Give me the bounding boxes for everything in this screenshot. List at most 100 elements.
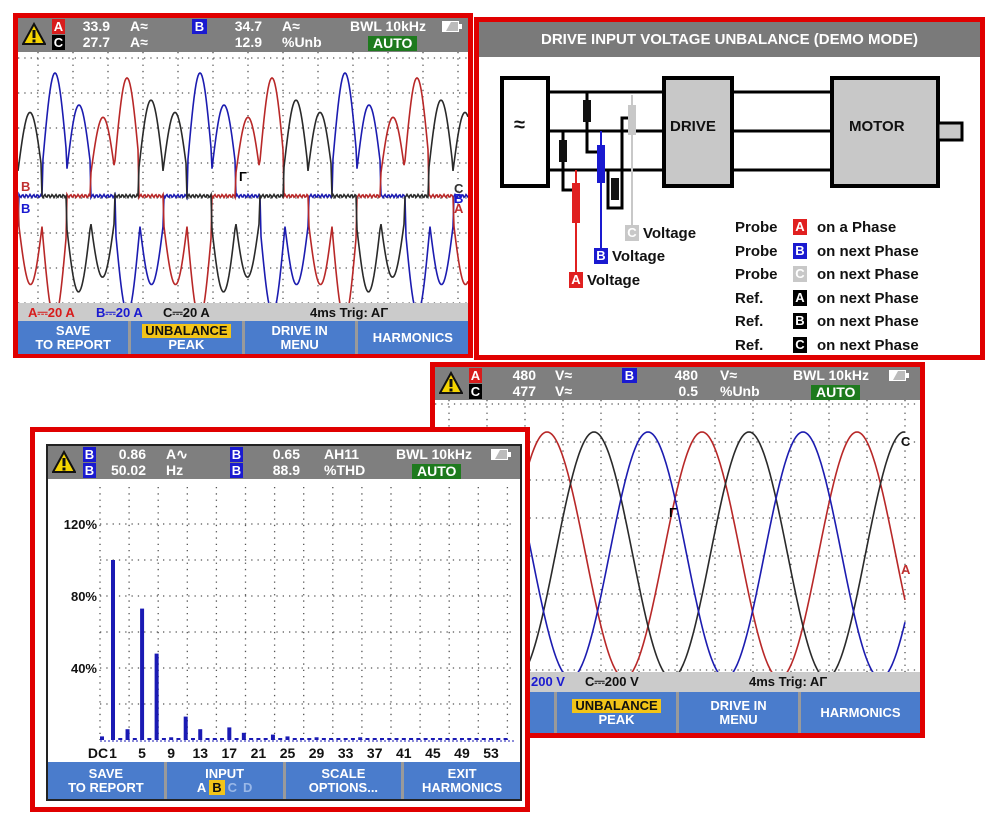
legend-badge: B — [793, 313, 807, 329]
bar-h24 — [278, 738, 283, 740]
bar-h53 — [489, 738, 494, 740]
input-button[interactable]: INPUT ABCD — [166, 762, 283, 799]
channel-b-badge: B — [83, 463, 96, 478]
legend-kind: Ref. — [735, 289, 764, 307]
bar-h3 — [125, 729, 130, 740]
drive-label: DRIVE — [670, 118, 716, 135]
y-tick-label: 40% — [71, 661, 97, 676]
bar-h21 — [256, 738, 261, 740]
button-label: OPTIONS... — [308, 779, 379, 795]
probe-a-label: A Voltage — [569, 272, 640, 289]
bar-h26 — [292, 738, 297, 740]
bar-dc — [100, 736, 104, 740]
motor-label: MOTOR — [849, 118, 905, 135]
input-option-a[interactable]: A — [197, 780, 206, 795]
legend-text: on next Phase — [817, 266, 919, 283]
bar-h11 — [183, 716, 188, 740]
probe-b-label: B Voltage — [594, 248, 665, 265]
bar-h45 — [430, 738, 435, 740]
bar-h1 — [111, 560, 115, 740]
button-label: HARMONICS — [820, 704, 901, 720]
x-tick-label: 25 — [280, 745, 296, 761]
scope-header: A C 480 V≈ 477 V≈ B 480 V≈ 0.5 %Unb BWL … — [435, 367, 920, 400]
trigger-marker: Γ — [669, 505, 677, 520]
b-value: 480 — [674, 367, 698, 383]
button-label: EXIT — [447, 765, 477, 781]
y-tick-label: 120% — [64, 517, 98, 532]
button-label-selected: UNBALANCE — [572, 698, 661, 713]
bar-h28 — [307, 738, 312, 740]
bar-h27 — [300, 738, 305, 740]
a-unit: V≈ — [555, 367, 573, 383]
b-scale: 200 V — [531, 674, 565, 689]
harmonics-button[interactable]: HARMONICS — [801, 692, 920, 733]
input-option-b-selected[interactable]: B — [209, 779, 225, 795]
x-tick-label: 41 — [396, 745, 412, 761]
warning-icon — [52, 450, 76, 473]
button-label: TO REPORT — [68, 779, 144, 795]
legend-kind: Ref. — [735, 336, 764, 354]
label-text: Voltage — [643, 225, 697, 242]
bar-h2 — [118, 738, 123, 740]
harmonic-value: 0.65 — [272, 446, 300, 462]
bar-h9 — [169, 737, 174, 740]
save-to-report-button[interactable]: SAVE TO REPORT — [48, 762, 164, 799]
legend-badge: A — [793, 219, 807, 235]
unbalance-peak-button[interactable]: UNBALANCE PEAK — [557, 692, 676, 733]
harmonics-bar-chart: 40% 80% 120% DC 1 5 9 13 17 21 25 29 33 37 41 45 49 53 — [64, 487, 514, 761]
legend-row: Probe Bon next Phase — [735, 242, 919, 260]
b-unit: V≈ — [720, 367, 738, 383]
bar-h36 — [365, 738, 370, 740]
badge-c: C — [625, 225, 639, 241]
bar-h52 — [481, 738, 486, 740]
legend-row: Ref. Bon next Phase — [735, 313, 919, 330]
x-tick-label: DC — [88, 745, 108, 761]
bar-h23 — [270, 734, 275, 740]
x-tick-label: 37 — [367, 745, 383, 761]
bar-h8 — [161, 738, 166, 740]
bar-h51 — [474, 738, 479, 740]
x-tick-label: 33 — [338, 745, 354, 761]
legend-text: on next Phase — [817, 242, 919, 260]
probe-b — [597, 131, 605, 252]
drive-in-menu-button[interactable]: DRIVE IN MENU — [679, 692, 798, 733]
legend-badge: C — [793, 336, 807, 353]
bar-h20 — [249, 738, 254, 740]
input-option-c[interactable]: C — [228, 780, 237, 795]
bar-h4 — [132, 738, 137, 740]
bar-h33 — [343, 738, 348, 740]
bar-h54 — [496, 738, 501, 740]
scale-options-button[interactable]: SCALE OPTIONS... — [285, 762, 402, 799]
label-text: Voltage — [587, 272, 641, 289]
thd-value: 88.9 — [272, 462, 300, 478]
input-option-d[interactable]: D — [243, 780, 252, 795]
bar-h10 — [176, 738, 181, 740]
bandwidth-limit: BWL 10kHz — [396, 446, 472, 462]
legend-row: Ref. Con next Phase — [735, 336, 919, 354]
power-source-block — [500, 76, 550, 188]
bar-h43 — [416, 738, 421, 740]
bar-h46 — [438, 738, 443, 740]
channel-b-badge: B — [230, 463, 243, 478]
button-label: SAVE — [88, 765, 124, 781]
unbalance-value: 0.5 — [678, 383, 698, 399]
legend-kind: Probe — [735, 219, 778, 236]
auto-badge: AUTO — [412, 464, 462, 479]
harmonics-scope-screen: B B 0.86 A∿ 50.02 Hz B B 0.65 AH11 88.9 … — [46, 444, 522, 801]
legend-text: on next Phase — [817, 289, 919, 307]
c-value: 477 — [512, 383, 536, 399]
bar-h39 — [387, 738, 392, 740]
legend-row: Probe Aon a Phase — [735, 219, 896, 236]
legend-kind: Ref. — [735, 313, 764, 330]
battery-icon — [491, 449, 511, 460]
bar-h15 — [212, 738, 217, 740]
x-tick-label: 9 — [167, 745, 175, 761]
bar-h42 — [409, 738, 414, 740]
bar-h35 — [358, 737, 363, 740]
bar-h41 — [401, 738, 406, 740]
badge-b: B — [594, 248, 608, 264]
x-tick-label: 53 — [483, 745, 499, 761]
x-tick-label: 21 — [251, 745, 267, 761]
legend-kind: Probe — [735, 242, 778, 260]
exit-harmonics-button[interactable]: EXIT HARMONICS — [404, 762, 520, 799]
